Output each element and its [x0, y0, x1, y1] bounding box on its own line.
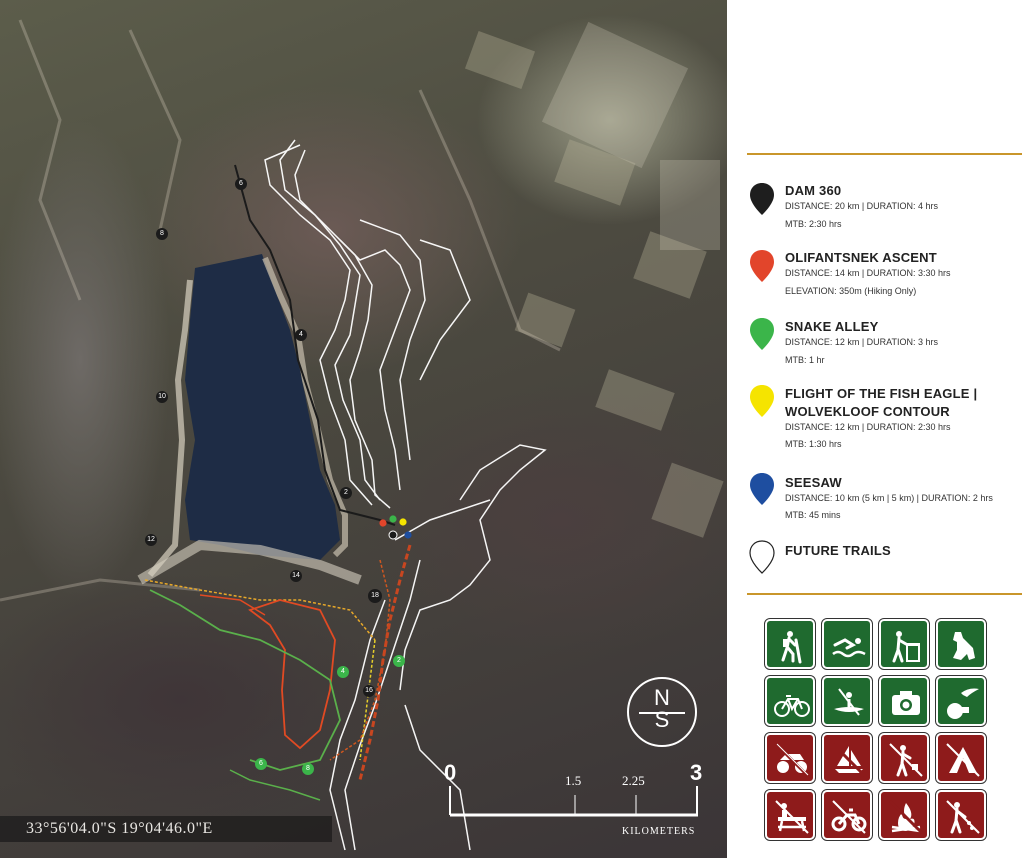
scale-end: 3 [690, 760, 703, 785]
scale-unit: KILOMETERS [622, 826, 696, 837]
trail-name: FUTURE TRAILS [785, 543, 891, 558]
legend-divider-bottom [747, 593, 1022, 595]
scale-bar-lines [449, 786, 698, 817]
trail-seesaw[interactable]: SEESAW DISTANCE: 10 km (5 km | 5 km) | D… [749, 472, 1019, 522]
trail-details: DISTANCE: 10 km (5 km | 5 km) | DURATION… [785, 493, 993, 503]
map-pin-icon [750, 183, 774, 215]
trail-name: FLIGHT OF THE FISH EAGLE | [785, 386, 978, 401]
map-pin-icon [750, 473, 774, 505]
no-picnics-icon [764, 789, 816, 841]
scale-tick: 1.5 [565, 773, 582, 788]
no-fires-icon [878, 789, 930, 841]
hiking-icon [764, 618, 816, 670]
no-dumping-icon [935, 789, 987, 841]
no-boating-icon [821, 732, 873, 784]
no-littering-icon [878, 732, 930, 784]
scale-tick: 2.25 [622, 773, 645, 788]
map-pin-icon [750, 318, 774, 350]
trail-name: SNAKE ALLEY [785, 319, 879, 334]
map-pin-icon [750, 385, 774, 417]
legend-divider-top [747, 153, 1022, 155]
trail-name: OLIFANTSNEK ASCENT [785, 250, 937, 265]
no-camping-icon [935, 732, 987, 784]
trail-details: MTB: 2:30 hrs [785, 219, 842, 229]
trail-name: DAM 360 [785, 183, 842, 198]
scale-start: 0 [444, 760, 457, 785]
trail-details: MTB: 1 hr [785, 355, 825, 365]
kayaking-icon [821, 675, 873, 727]
trail-dam-360[interactable]: DAM 360 DISTANCE: 20 km | DURATION: 4 hr… [749, 182, 1019, 232]
trail-details: DISTANCE: 14 km | DURATION: 3:30 hrs [785, 268, 951, 278]
no-quad-bikes-icon [764, 732, 816, 784]
map-pin-icon [750, 250, 774, 282]
trail-details: MTB: 45 mins [785, 510, 841, 520]
trail-map-page: 6 8 4 10 2 12 14 18 16 2 4 6 8 N S 0 1.5… [0, 0, 1024, 858]
cycling-icon [764, 675, 816, 727]
satellite-map[interactable]: 6 8 4 10 2 12 14 18 16 2 4 6 8 N S 0 1.5… [0, 0, 727, 858]
map-pin-outline-icon [749, 540, 775, 574]
no-motorbikes-icon [821, 789, 873, 841]
camera-icon [878, 675, 930, 727]
trail-details: MTB: 1:30 hrs [785, 439, 842, 449]
trail-details: DISTANCE: 20 km | DURATION: 4 hrs [785, 201, 939, 211]
trail-details: DISTANCE: 12 km | DURATION: 2:30 hrs [785, 422, 951, 432]
trail-details: ELEVATION: 350m (Hiking Only) [785, 286, 917, 296]
legend-panel: DAM 360 DISTANCE: 20 km | DURATION: 4 hr… [727, 0, 1024, 858]
trail-fish-eagle-wolvekloof[interactable]: FLIGHT OF THE FISH EAGLE | WOLVEKLOOF CO… [749, 384, 1019, 450]
trail-olifantsnek-ascent[interactable]: OLIFANTSNEK ASCENT DISTANCE: 14 km | DUR… [749, 249, 1019, 299]
bird-watching-icon [935, 675, 987, 727]
coordinates-readout: 33°56'04.0"S 19°04'46.0"E [0, 816, 332, 842]
trail-details: DISTANCE: 12 km | DURATION: 3 hrs [785, 337, 939, 347]
swimming-icon [821, 618, 873, 670]
dog-icon [935, 618, 987, 670]
trail-name-line2: WOLVEKLOOF CONTOUR [785, 404, 950, 419]
litter-bin-icon [878, 618, 930, 670]
trail-snake-alley[interactable]: SNAKE ALLEY DISTANCE: 12 km | DURATION: … [749, 317, 1019, 367]
trail-future-trails[interactable]: FUTURE TRAILS [749, 540, 1019, 576]
trail-name: SEESAW [785, 475, 842, 490]
